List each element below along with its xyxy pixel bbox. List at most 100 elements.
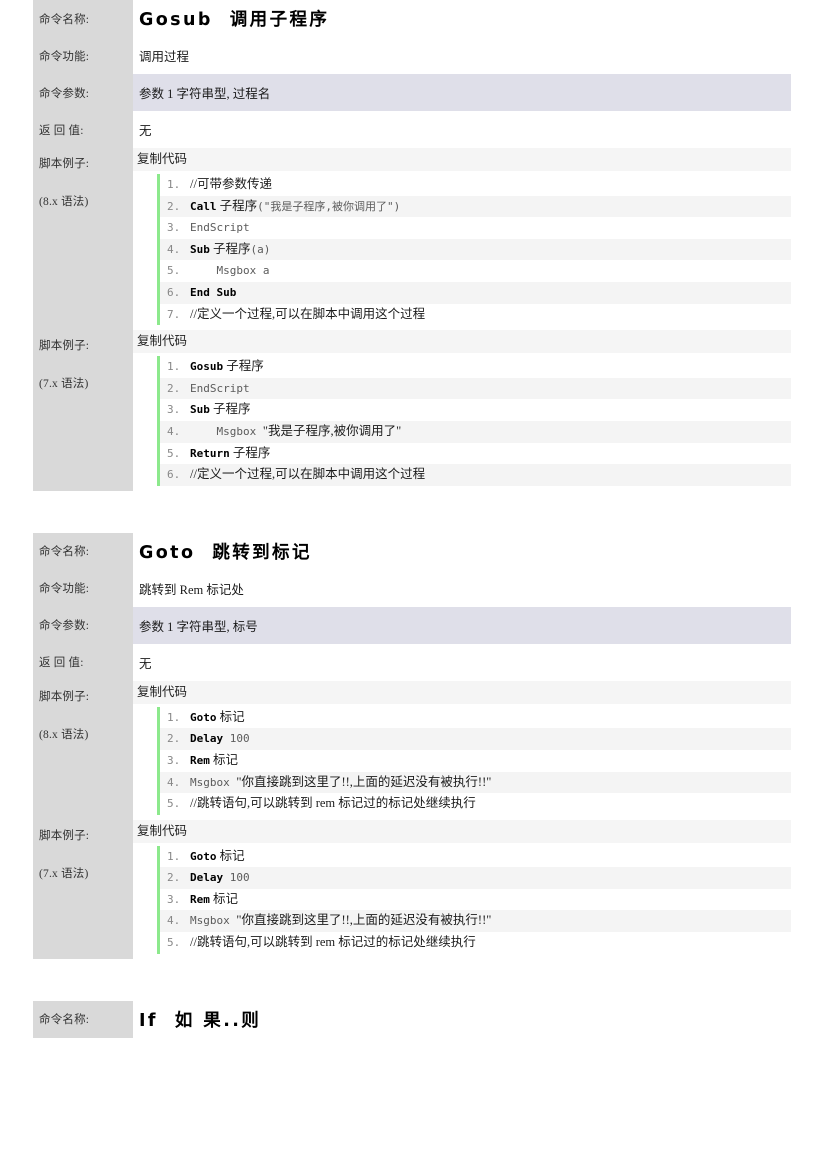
label-command-name: 命令名称: bbox=[39, 1014, 90, 1027]
line-content: Msgbox a bbox=[190, 260, 791, 282]
code-line: 3. Sub 子程序 bbox=[160, 399, 791, 421]
code-line: 4. Msgbox "你直接跳到这里了!!,上面的延迟没有被执行!!" bbox=[160, 910, 791, 933]
line-number: 5. bbox=[167, 446, 181, 460]
code-block: 1. //可带参数传递 2. Call 子程序("我是子程序,被你调用了") 3. End… bbox=[133, 171, 791, 331]
code-comment: //定义一个过程,可以在脚本中调用这个过程 bbox=[190, 306, 426, 321]
row-command-function: 命令功能: 调用过程 bbox=[33, 37, 791, 74]
code-comment: //跳转语句,可以跳转到 rem 标记过的标记处继续执行 bbox=[190, 796, 476, 811]
line-number: 2. bbox=[167, 199, 181, 213]
label-script-example: 脚本例子: (8.x 语法) bbox=[33, 681, 133, 762]
command-section: 命令名称: If 如 果..则 bbox=[33, 1000, 791, 1038]
row-command-params: 命令参数: 参数 1 字符串型, 过程名 bbox=[33, 74, 791, 111]
line-number: 3. bbox=[167, 221, 181, 235]
label-script-example-syntax: (8.x 语法) bbox=[39, 196, 89, 208]
label-script-example-title: 脚本例子: bbox=[39, 829, 90, 842]
row-return-value: 返 回 值: 无 bbox=[33, 643, 791, 681]
value-command-params-cell: 参数 1 字符串型, 标号 bbox=[133, 606, 791, 644]
copy-code-button[interactable]: 复制代码 bbox=[133, 148, 791, 171]
line-content: Gosub 子程序 bbox=[190, 356, 791, 378]
code-line: 4. Sub 子程序(a) bbox=[160, 238, 791, 261]
code-cjk-text: 标记 bbox=[209, 891, 239, 906]
sections-container: 命令名称: Gosub 调用子程序 命令功能: 调用过程 命令参数: 参数 1 字符串型,… bbox=[0, 0, 827, 1038]
label-script-example-title: 脚本例子: bbox=[39, 158, 90, 170]
code-comment: //可带参数传递 bbox=[190, 177, 272, 191]
line-content: EndScript bbox=[190, 378, 791, 400]
copy-code-button[interactable]: 复制代码 bbox=[133, 330, 791, 354]
section-gap bbox=[0, 490, 827, 533]
line-content: Return 子程序 bbox=[190, 443, 791, 465]
label-command-params-cell: 命令参数: bbox=[33, 606, 133, 644]
label-command-name-cell: 命令名称: bbox=[33, 1000, 133, 1038]
label-return-value-cell: 返 回 值: bbox=[33, 111, 133, 148]
section-gap bbox=[0, 958, 827, 1001]
command-title: Gosub 调用子程序 bbox=[139, 10, 330, 30]
line-content: //可带参数传递 bbox=[190, 174, 791, 196]
line-content: Rem 标记 bbox=[190, 889, 791, 911]
value-script-example-cell: 复制代码 1. Goto 标记 2. Delay 100 3. Rem 标记 4. Msgbox… bbox=[133, 819, 791, 959]
code-token: ("我是子程序,被你调用了") bbox=[257, 199, 401, 213]
line-number: 1. bbox=[167, 178, 181, 191]
label-command-name-cell: 命令名称: bbox=[33, 532, 133, 570]
label-script-example: 脚本例子: (8.x 语法) bbox=[33, 148, 133, 229]
code-line: 1. Goto 标记 bbox=[160, 845, 791, 868]
row-return-value: 返 回 值: 无 bbox=[33, 111, 791, 148]
value-return-value-cell: 无 bbox=[133, 111, 791, 148]
code-cjk-text: "你直接跳到这里了!!,上面的延迟没有被执行!!" bbox=[236, 913, 492, 928]
return-value-text: 无 bbox=[139, 124, 152, 138]
label-return-value: 返 回 值: bbox=[39, 124, 84, 137]
value-script-example-cell: 复制代码 1. Gosub 子程序 2. EndScript 3. Sub 子程序 4. Ms… bbox=[133, 330, 791, 491]
line-content: Call 子程序("我是子程序,被你调用了") bbox=[190, 196, 791, 218]
code-line: 2. EndScript bbox=[160, 377, 791, 400]
command-table: 命令名称: If 如 果..则 bbox=[33, 1000, 791, 1038]
line-number: 2. bbox=[167, 732, 181, 746]
code-keyword: Rem bbox=[190, 892, 210, 906]
line-content: EndScript bbox=[190, 217, 791, 239]
return-value-text: 无 bbox=[139, 656, 152, 671]
line-content: //定义一个过程,可以在脚本中调用这个过程 bbox=[190, 304, 791, 326]
code-token: 100 bbox=[223, 871, 250, 885]
line-content: End Sub bbox=[190, 282, 791, 304]
command-table: 命令名称: Goto 跳转到标记 命令功能: 跳转到 Rem 标记处 命令参数: 参数 1… bbox=[33, 532, 791, 959]
line-number: 1. bbox=[167, 849, 181, 863]
row-command-name: 命令名称: Goto 跳转到标记 bbox=[33, 532, 791, 570]
command-section: 命令名称: Gosub 调用子程序命令功能: 调用过程 命令参数: 参数 1 字符串型,… bbox=[33, 0, 791, 491]
row-command-function: 命令功能: 跳转到 Rem 标记处 bbox=[33, 569, 791, 607]
row-script-example: 脚本例子: (7.x 语法) 复制代码 1. Gosub 子程序 2. EndScript 3… bbox=[33, 330, 791, 491]
line-content: Goto 标记 bbox=[190, 707, 791, 729]
line-number: 6. bbox=[167, 468, 181, 482]
line-content: Msgbox "我是子程序,被你调用了" bbox=[190, 421, 791, 443]
value-command-name-cell: Goto 跳转到标记 bbox=[133, 532, 791, 570]
line-number: 3. bbox=[167, 892, 181, 906]
line-number: 6. bbox=[167, 285, 181, 299]
line-number: 1. bbox=[167, 710, 181, 724]
line-number: 5. bbox=[167, 936, 181, 950]
line-content: Delay 100 bbox=[190, 867, 791, 889]
value-script-example-cell: 复制代码 1. //可带参数传递 2. Call 子程序("我是子程序,被你调用了") 3… bbox=[133, 148, 791, 331]
label-command-params-cell: 命令参数: bbox=[33, 74, 133, 111]
code-line: 4. Msgbox "我是子程序,被你调用了" bbox=[160, 420, 791, 443]
code-block: 1. Gosub 子程序 2. EndScript 3. Sub 子程序 4. Msgbox… bbox=[133, 353, 791, 491]
command-table: 命令名称: Gosub 调用子程序命令功能: 调用过程 命令参数: 参数 1 字符串型,… bbox=[33, 0, 791, 491]
value-command-name-cell: Gosub 调用子程序 bbox=[133, 0, 791, 37]
row-command-params: 命令参数: 参数 1 字符串型, 标号 bbox=[33, 606, 791, 644]
label-script-example-cell: 脚本例子: (8.x 语法) bbox=[33, 148, 133, 331]
label-script-example-syntax: (7.x 语法) bbox=[39, 867, 89, 880]
command-params-text: 参数 1 字符串型, 过程名 bbox=[133, 74, 791, 111]
code-line: 3. Rem 标记 bbox=[160, 888, 791, 911]
label-command-function-cell: 命令功能: bbox=[33, 569, 133, 607]
code-line: 1. //可带参数传递 bbox=[160, 174, 791, 196]
code-line: 3. Rem 标记 bbox=[160, 749, 791, 772]
copy-code-button[interactable]: 复制代码 bbox=[133, 680, 791, 704]
row-script-example: 脚本例子: (7.x 语法) 复制代码 1. Goto 标记 2. Delay 100 3. R… bbox=[33, 819, 791, 959]
code-line: 5. Return 子程序 bbox=[160, 442, 791, 465]
code-block: 1. Goto 标记 2. Delay 100 3. Rem 标记 4. Msgbox "你直… bbox=[133, 842, 791, 959]
line-number: 4. bbox=[167, 242, 181, 256]
line-number: 5. bbox=[167, 797, 181, 811]
value-script-example-cell: 复制代码 1. Goto 标记 2. Delay 100 3. Rem 标记 4. Msgbox… bbox=[133, 680, 791, 820]
label-command-function: 命令功能: bbox=[39, 583, 90, 596]
copy-code-button[interactable]: 复制代码 bbox=[133, 819, 791, 843]
label-script-example-title: 脚本例子: bbox=[39, 340, 90, 353]
line-content: //跳转语句,可以跳转到 rem 标记过的标记处继续执行 bbox=[190, 793, 791, 815]
label-command-name: 命令名称: bbox=[39, 13, 90, 26]
line-number: 4. bbox=[167, 775, 181, 789]
